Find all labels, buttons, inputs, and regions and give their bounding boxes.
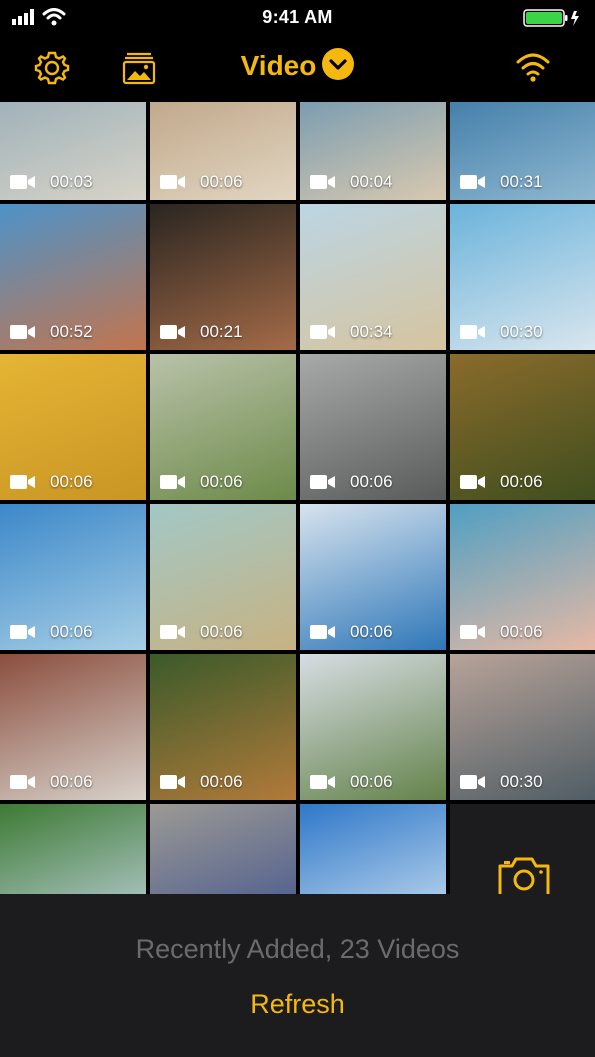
video-duration: 00:06 — [350, 772, 393, 791]
video-camera-icon — [160, 625, 185, 639]
video-camera-icon — [460, 775, 485, 789]
video-duration: 00:04 — [350, 172, 393, 191]
battery-icon — [523, 9, 579, 27]
video-duration: 00:06 — [350, 472, 393, 491]
status-time: 9:41 AM — [262, 7, 333, 27]
video-duration: 00:06 — [50, 622, 93, 641]
video-duration: 00:52 — [50, 322, 93, 341]
video-count-label: Recently Added, 23 Videos — [135, 934, 460, 964]
video-duration: 00:06 — [200, 172, 243, 191]
album-title-dropdown[interactable]: Video — [0, 48, 595, 82]
video-duration: 00:31 — [500, 172, 543, 191]
video-grid: 00:03 00:06 00:04 00:31 00:52 00:21 00:34 00:30… — [0, 102, 595, 894]
wifi-icon[interactable] — [515, 51, 551, 83]
video-thumbnail[interactable]: 00:30 — [0, 804, 146, 894]
video-duration: 00:06 — [500, 472, 543, 491]
video-thumbnail[interactable]: 00:34 — [300, 204, 446, 350]
video-camera-icon — [310, 625, 335, 639]
video-thumbnail[interactable]: 00:30 — [150, 804, 296, 894]
video-camera-icon — [10, 775, 35, 789]
video-thumbnail[interactable]: 00:03 — [0, 102, 146, 200]
nav-header: Video — [0, 36, 595, 102]
video-camera-icon — [10, 325, 35, 339]
camera-icon — [498, 857, 550, 894]
video-thumbnail[interactable]: 00:06 — [150, 654, 296, 800]
thumbnail-image — [300, 804, 446, 894]
video-thumbnail[interactable]: 00:31 — [450, 102, 595, 200]
video-duration: 00:06 — [200, 622, 243, 641]
video-duration: 00:30 — [500, 322, 543, 341]
video-duration: 00:06 — [50, 472, 93, 491]
video-duration: 00:30 — [500, 772, 543, 791]
video-thumbnail[interactable]: 00:06 — [300, 804, 446, 894]
video-camera-icon — [310, 175, 335, 189]
video-thumbnail[interactable]: 00:06 — [0, 654, 146, 800]
video-camera-icon — [460, 325, 485, 339]
video-thumbnail[interactable]: 00:06 — [150, 102, 296, 200]
video-camera-icon — [310, 325, 335, 339]
video-thumbnail[interactable]: 00:21 — [150, 204, 296, 350]
video-thumbnail[interactable]: 00:30 — [450, 204, 595, 350]
video-camera-icon — [10, 175, 35, 189]
video-duration: 00:06 — [200, 472, 243, 491]
video-camera-icon — [10, 475, 35, 489]
video-thumbnail[interactable]: 00:06 — [300, 654, 446, 800]
video-duration: 00:06 — [500, 622, 543, 641]
video-camera-icon — [310, 475, 335, 489]
video-thumbnail[interactable]: 00:06 — [450, 504, 595, 650]
video-thumbnail[interactable]: 00:06 — [0, 354, 146, 500]
video-camera-icon — [460, 175, 485, 189]
thumbnail-image — [0, 804, 146, 894]
video-thumbnail[interactable]: 00:04 — [300, 102, 446, 200]
video-thumbnail[interactable]: 00:06 — [450, 354, 595, 500]
refresh-button[interactable]: Refresh — [0, 989, 595, 1020]
page-title: Video — [240, 50, 317, 81]
camera-capture-tile[interactable] — [450, 804, 595, 894]
footer-bar: Recently Added, 23 Videos Refresh — [0, 894, 595, 1057]
video-thumbnail[interactable]: 00:06 — [300, 504, 446, 650]
video-duration: 00:03 — [50, 172, 93, 191]
video-camera-icon — [460, 475, 485, 489]
video-camera-icon — [160, 775, 185, 789]
video-camera-icon — [460, 625, 485, 639]
video-duration: 00:34 — [350, 322, 393, 341]
video-camera-icon — [160, 175, 185, 189]
video-duration: 00:06 — [200, 772, 243, 791]
video-thumbnail[interactable]: 00:06 — [0, 504, 146, 650]
status-bar: 9:41 AM — [0, 0, 595, 36]
video-duration: 00:06 — [50, 772, 93, 791]
video-thumbnail[interactable]: 00:06 — [150, 354, 296, 500]
video-camera-icon — [310, 775, 335, 789]
video-thumbnail[interactable]: 00:52 — [0, 204, 146, 350]
video-thumbnail[interactable]: 00:06 — [300, 354, 446, 500]
video-thumbnail[interactable]: 00:06 — [150, 504, 296, 650]
video-duration: 00:21 — [200, 322, 243, 341]
video-camera-icon — [10, 625, 35, 639]
chevron-down-icon — [322, 48, 355, 80]
video-camera-icon — [160, 325, 185, 339]
video-duration: 00:06 — [350, 622, 393, 641]
thumbnail-image — [150, 804, 296, 894]
video-thumbnail[interactable]: 00:30 — [450, 654, 595, 800]
video-camera-icon — [160, 475, 185, 489]
